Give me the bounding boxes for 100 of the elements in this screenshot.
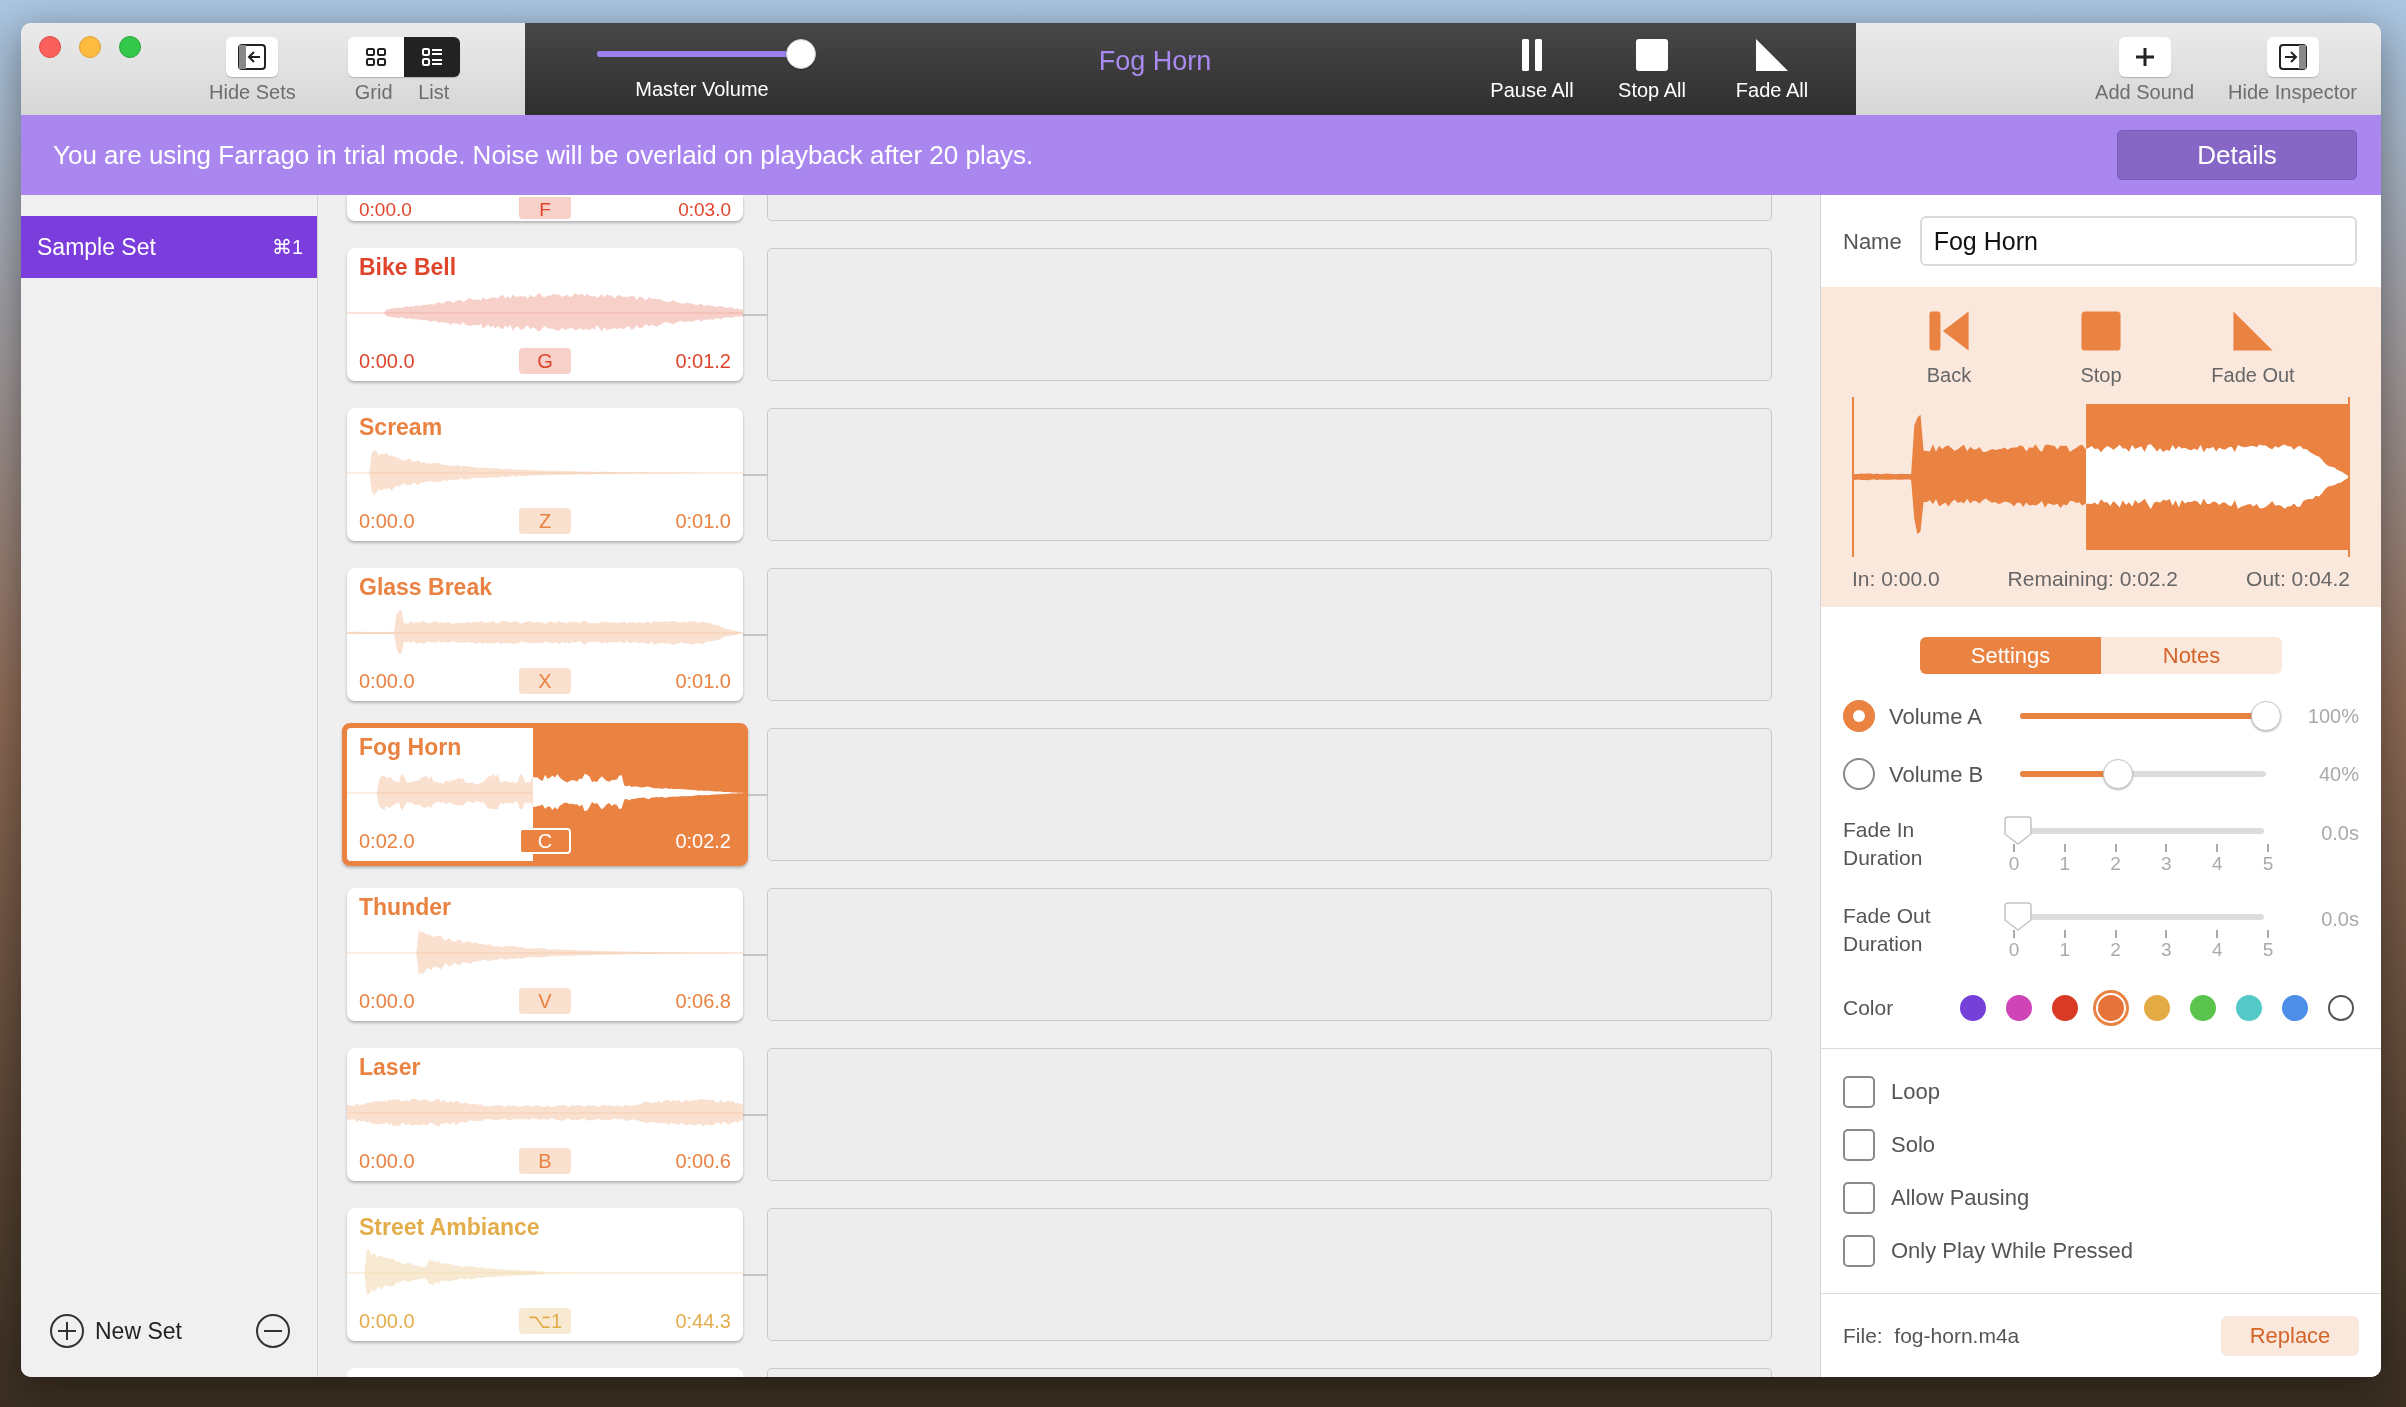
- transport-button[interactable]: Fade All: [1728, 37, 1816, 100]
- add-sound-button[interactable]: [2118, 37, 2171, 77]
- tick-label: 5: [2262, 938, 2274, 962]
- playback-button[interactable]: Fade Out: [2205, 309, 2301, 385]
- checkbox[interactable]: [1843, 1234, 1875, 1267]
- volume-label: Volume B: [1889, 760, 1985, 789]
- tick-label: 1: [2059, 852, 2071, 876]
- remaining-time: Remaining: 0:02.2: [2007, 566, 2179, 592]
- volume-label: Volume A: [1889, 702, 1983, 731]
- tick-label: 1: [2059, 938, 2071, 962]
- playing-sound-tile[interactable]: Fog Horn 0:02.0 C 0:02.2: [342, 723, 748, 866]
- hide-inspector-button[interactable]: [2266, 37, 2319, 77]
- color-swatch[interactable]: [2236, 995, 2262, 1021]
- start-time: 0:00.0: [359, 670, 415, 691]
- sound-tile[interactable]: Bike Bell 0:00.0 G 0:01.2: [347, 248, 743, 381]
- tick-mark: [2063, 844, 2066, 852]
- color-swatch[interactable]: [2144, 995, 2170, 1021]
- end-time: 0:01.0: [675, 510, 731, 531]
- close-button[interactable]: [39, 36, 61, 58]
- transport-button[interactable]: Pause All: [1488, 37, 1576, 100]
- sound-name: Bike Bell: [359, 253, 457, 282]
- name-field[interactable]: Fog Horn: [1919, 216, 2357, 266]
- replace-button[interactable]: Replace: [2221, 1315, 2359, 1356]
- slider-thumb[interactable]: [2003, 902, 2033, 932]
- minimize-button[interactable]: [79, 36, 101, 58]
- tick-label: 5: [2262, 852, 2274, 876]
- stop-icon: [1634, 37, 1670, 73]
- grid-icon: [364, 47, 387, 67]
- checkbox[interactable]: [1843, 1128, 1875, 1161]
- radio-button[interactable]: [1843, 700, 1875, 732]
- volume-reading: 40%: [2317, 762, 2359, 787]
- color-swatch[interactable]: [2328, 995, 2354, 1021]
- view-mode-tab[interactable]: [403, 37, 460, 77]
- tick-mark: [2013, 930, 2015, 938]
- inspector-tab[interactable]: Settings: [1920, 637, 2101, 674]
- slider-thumb[interactable]: [2251, 701, 2281, 731]
- start-time: 0:00.0: [359, 510, 415, 531]
- end-time: 0:00.6: [675, 1150, 731, 1171]
- tick-label: 0: [2008, 852, 2020, 876]
- sound-tile[interactable]: Glass Break 0:00.0 X 0:01.0: [347, 568, 743, 701]
- now-playing-title: Fog Horn: [1098, 45, 1212, 78]
- key-badge: V: [519, 987, 571, 1014]
- color-swatch[interactable]: [1960, 995, 1986, 1021]
- end-time: 0:03.0: [678, 200, 731, 219]
- option-label: Loop: [1891, 1078, 1940, 1106]
- new-set-button[interactable]: New Set: [49, 1313, 182, 1349]
- tick-label: 3: [2161, 938, 2172, 962]
- inspector-tab[interactable]: Notes: [2101, 637, 2282, 674]
- tick-mark: [2216, 844, 2219, 852]
- volume-reading: 100%: [2306, 704, 2359, 729]
- checkbox[interactable]: [1843, 1181, 1875, 1214]
- slider-thumb[interactable]: [785, 39, 816, 69]
- playback-button[interactable]: Back: [1901, 309, 1997, 385]
- color-swatch[interactable]: [2190, 995, 2216, 1021]
- empty-slot[interactable]: [767, 195, 1772, 221]
- zoom-button[interactable]: [119, 36, 141, 58]
- transport-button[interactable]: Stop All: [1608, 37, 1696, 100]
- minus-circle-icon[interactable]: [255, 1313, 291, 1349]
- view-mode-tab[interactable]: [347, 37, 404, 77]
- slider-thumb[interactable]: [2103, 759, 2134, 789]
- tick-mark: [2165, 930, 2168, 938]
- checkbox[interactable]: [1843, 1075, 1875, 1108]
- fade-icon: [1754, 37, 1790, 73]
- tick-label: 3: [2161, 852, 2172, 876]
- list-icon: [420, 47, 443, 67]
- hide-sets-button[interactable]: [226, 37, 279, 77]
- sound-name: Street Ambiance: [359, 1213, 540, 1242]
- sound-tile[interactable]: 0:00.0 F 0:03.0: [347, 195, 743, 221]
- sound-tile[interactable]: Scream 0:00.0 Z 0:01.0: [347, 408, 743, 541]
- sound-tile[interactable]: Thunder 0:00.0 V 0:06.8: [347, 888, 743, 1021]
- key-badge: ⌥1: [519, 1307, 571, 1334]
- tick-mark: [2114, 930, 2117, 938]
- color-swatch[interactable]: [2282, 995, 2308, 1021]
- details-button[interactable]: Details: [2117, 130, 2357, 180]
- toolbar-label: Hide Sets: [209, 82, 296, 102]
- back-icon: [1927, 309, 1971, 353]
- start-time: 0:00.0: [359, 1310, 415, 1331]
- sidebar-collapse-icon: [238, 44, 267, 70]
- set-item[interactable]: Sample Set ⌘1: [21, 216, 317, 278]
- tick-label: 4: [2211, 852, 2223, 876]
- tick-mark: [2013, 844, 2015, 852]
- key-badge: Z: [519, 507, 571, 534]
- in-time: In: 0:00.0: [1852, 566, 1940, 592]
- fade-icon: [2231, 309, 2275, 353]
- playback-button[interactable]: Stop: [2053, 309, 2149, 385]
- option-label: Solo: [1891, 1131, 1936, 1159]
- color-label: Color: [1843, 995, 1895, 1022]
- fade-label: Fade In Duration: [1843, 817, 1924, 871]
- key-badge: X: [519, 667, 571, 694]
- end-time: 0:02.2: [675, 830, 731, 851]
- sound-tile[interactable]: Laser 0:00.0 B 0:00.6: [347, 1048, 743, 1181]
- slider-thumb[interactable]: [2003, 816, 2033, 846]
- fade-reading: 0.0s: [2320, 907, 2359, 932]
- plus-circle-icon: [49, 1313, 85, 1349]
- out-time: Out: 0:04.2: [2246, 566, 2350, 592]
- tick-mark: [2267, 844, 2269, 852]
- fade-label: Fade Out Duration: [1843, 903, 1932, 957]
- color-swatch[interactable]: [2006, 995, 2032, 1021]
- radio-button[interactable]: [1843, 758, 1875, 790]
- color-swatch[interactable]: [2052, 995, 2078, 1021]
